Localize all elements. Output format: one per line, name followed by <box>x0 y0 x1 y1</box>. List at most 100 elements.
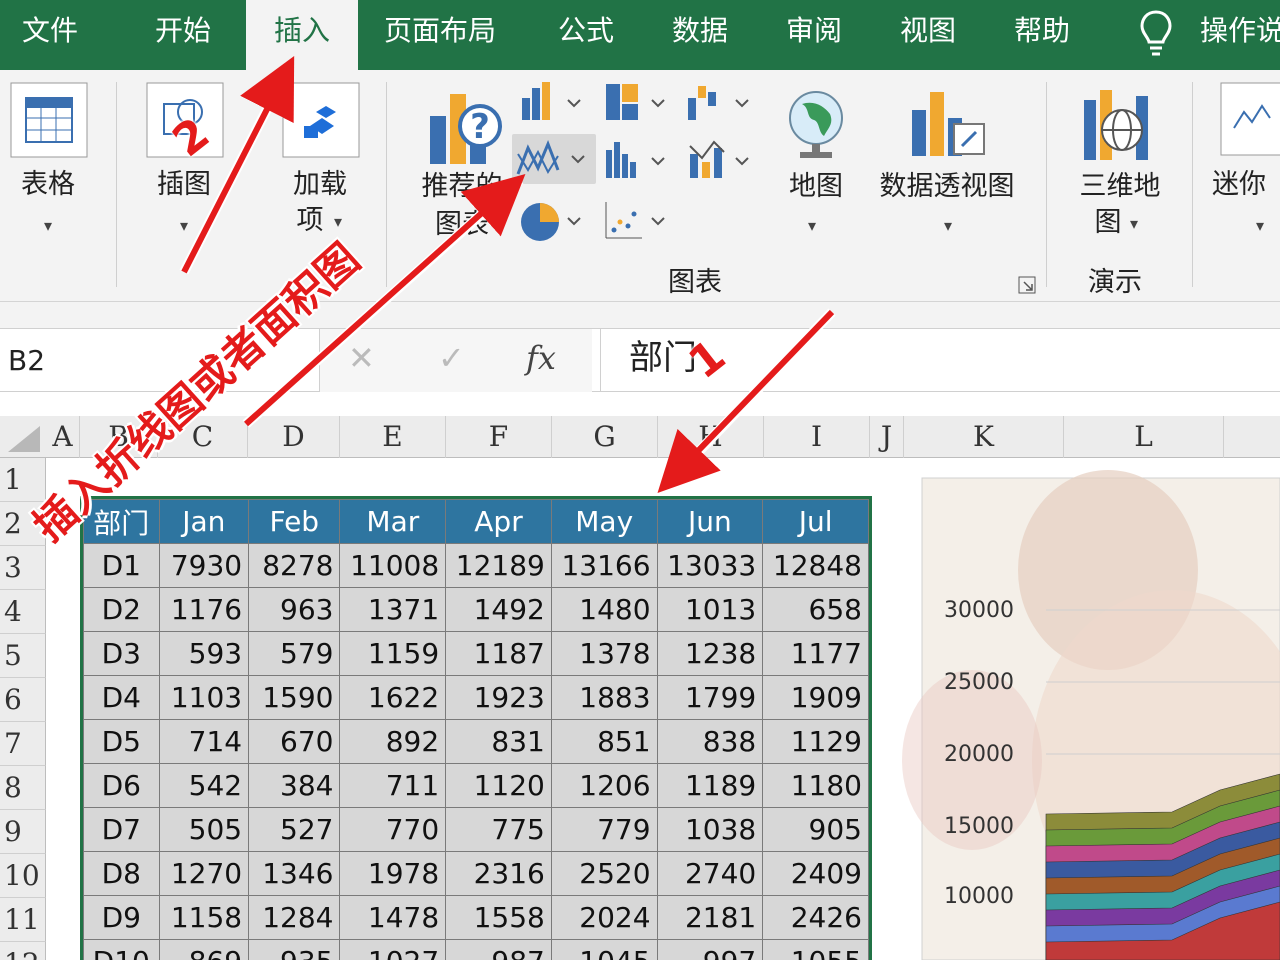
column-header-j[interactable]: J <box>870 416 904 458</box>
pivotchart-dropdown-icon[interactable]: ▾ <box>944 216 952 235</box>
cancel-icon[interactable]: ✕ <box>348 339 375 377</box>
row-header-12[interactable]: 12 <box>0 942 46 960</box>
value-cell[interactable]: 527 <box>248 807 341 852</box>
value-cell[interactable]: 1923 <box>445 675 552 720</box>
maps-dropdown-icon[interactable]: ▾ <box>808 216 816 235</box>
dept-cell[interactable]: D5 <box>83 719 160 764</box>
maps-button[interactable]: 地图 <box>772 170 860 204</box>
value-cell[interactable]: 987 <box>445 939 552 960</box>
value-cell[interactable]: 1038 <box>656 807 764 852</box>
value-cell[interactable]: 935 <box>248 939 341 960</box>
sparklines-dropdown-icon[interactable]: ▾ <box>1256 216 1264 235</box>
area-chart-preview[interactable]: 30000 25000 20000 15000 10000 <box>872 460 1280 960</box>
dept-cell[interactable]: D8 <box>83 851 160 896</box>
value-cell[interactable]: 1189 <box>656 763 764 808</box>
enter-icon[interactable]: ✓ <box>438 339 465 377</box>
select-all-icon[interactable] <box>4 424 42 454</box>
value-cell[interactable]: 12189 <box>445 543 552 588</box>
value-cell[interactable]: 542 <box>158 763 250 808</box>
tab-data[interactable]: 数据 <box>672 0 728 70</box>
value-cell[interactable]: 1492 <box>445 587 552 632</box>
value-cell[interactable]: 963 <box>248 587 341 632</box>
value-cell[interactable]: 714 <box>158 719 250 764</box>
3d-map-dropdown-icon[interactable]: ▾ <box>1130 214 1138 233</box>
value-cell[interactable]: 831 <box>445 719 552 764</box>
value-cell[interactable]: 2409 <box>762 851 869 896</box>
value-cell[interactable]: 905 <box>762 807 869 852</box>
tab-home[interactable]: 开始 <box>155 0 211 70</box>
row-header-6[interactable]: 6 <box>0 678 46 722</box>
row-header-7[interactable]: 7 <box>0 722 46 766</box>
table-button[interactable]: 表格 <box>12 168 84 202</box>
value-cell[interactable]: 1478 <box>339 895 447 940</box>
value-cell[interactable]: 711 <box>339 763 447 808</box>
column-header-d[interactable]: D <box>248 416 340 458</box>
tab-formulas[interactable]: 公式 <box>558 0 614 70</box>
column-header-i[interactable]: I <box>764 416 870 458</box>
value-cell[interactable]: 1013 <box>656 587 764 632</box>
pivotchart-button[interactable]: 数据透视图 <box>870 170 1024 204</box>
value-cell[interactable]: 13033 <box>656 543 764 588</box>
tab-insert[interactable]: 插入 <box>246 0 358 70</box>
value-cell[interactable]: 779 <box>550 807 658 852</box>
value-cell[interactable]: 1883 <box>550 675 658 720</box>
statistic-chart-button[interactable] <box>602 136 674 186</box>
tab-help[interactable]: 帮助 <box>1014 0 1070 70</box>
value-cell[interactable]: 1187 <box>445 631 552 676</box>
value-cell[interactable]: 2520 <box>550 851 658 896</box>
value-cell[interactable]: 1180 <box>762 763 869 808</box>
value-cell[interactable]: 869 <box>158 939 250 960</box>
column-header-a[interactable]: A <box>46 416 80 458</box>
value-cell[interactable]: 1590 <box>248 675 341 720</box>
value-cell[interactable]: 1270 <box>158 851 250 896</box>
value-cell[interactable]: 1799 <box>656 675 764 720</box>
value-cell[interactable]: 1346 <box>248 851 341 896</box>
row-header-9[interactable]: 9 <box>0 810 46 854</box>
value-cell[interactable]: 892 <box>339 719 447 764</box>
line-area-chart-button[interactable] <box>512 134 596 184</box>
value-cell[interactable]: 1045 <box>550 939 658 960</box>
row-header-3[interactable]: 3 <box>0 546 46 590</box>
value-cell[interactable]: 775 <box>445 807 552 852</box>
value-cell[interactable]: 2740 <box>656 851 764 896</box>
dept-cell[interactable]: D9 <box>83 895 160 940</box>
column-header-h[interactable]: H <box>658 416 764 458</box>
dept-cell[interactable]: D1 <box>83 543 160 588</box>
row-header-4[interactable]: 4 <box>0 590 46 634</box>
tab-file[interactable]: 文件 <box>22 0 78 70</box>
value-cell[interactable]: 1129 <box>762 719 869 764</box>
illustrations-button[interactable]: 插图 <box>148 168 220 202</box>
dept-cell[interactable]: D7 <box>83 807 160 852</box>
dept-cell[interactable]: D10 <box>83 939 160 960</box>
dept-cell[interactable]: D6 <box>83 763 160 808</box>
value-cell[interactable]: 658 <box>762 587 869 632</box>
value-cell[interactable]: 1909 <box>762 675 869 720</box>
hierarchy-chart-button[interactable] <box>602 78 674 128</box>
value-cell[interactable]: 8278 <box>248 543 341 588</box>
value-cell[interactable]: 1480 <box>550 587 658 632</box>
column-header-f[interactable]: F <box>446 416 552 458</box>
value-cell[interactable]: 2426 <box>762 895 869 940</box>
lightbulb-icon[interactable] <box>1138 8 1174 58</box>
value-cell[interactable]: 1120 <box>445 763 552 808</box>
value-cell[interactable]: 1284 <box>248 895 341 940</box>
value-cell[interactable]: 997 <box>656 939 764 960</box>
value-cell[interactable]: 838 <box>656 719 764 764</box>
value-cell[interactable]: 1159 <box>339 631 447 676</box>
value-cell[interactable]: 12848 <box>762 543 869 588</box>
value-cell[interactable]: 1622 <box>339 675 447 720</box>
value-cell[interactable]: 1238 <box>656 631 764 676</box>
tab-page-layout[interactable]: 页面布局 <box>384 0 496 70</box>
header-cell-jul[interactable]: Jul <box>762 499 869 544</box>
illustrations-dropdown-icon[interactable]: ▾ <box>180 216 188 235</box>
value-cell[interactable]: 1978 <box>339 851 447 896</box>
value-cell[interactable]: 7930 <box>158 543 250 588</box>
3d-map-button[interactable]: 三维地 <box>1068 170 1172 204</box>
value-cell[interactable]: 1158 <box>158 895 250 940</box>
combo-chart-button[interactable] <box>684 136 756 186</box>
value-cell[interactable]: 13166 <box>550 543 658 588</box>
value-cell[interactable]: 505 <box>158 807 250 852</box>
waterfall-chart-button[interactable] <box>684 78 756 128</box>
header-cell-feb[interactable]: Feb <box>248 499 341 544</box>
addins-button[interactable]: 加载 <box>284 168 356 202</box>
